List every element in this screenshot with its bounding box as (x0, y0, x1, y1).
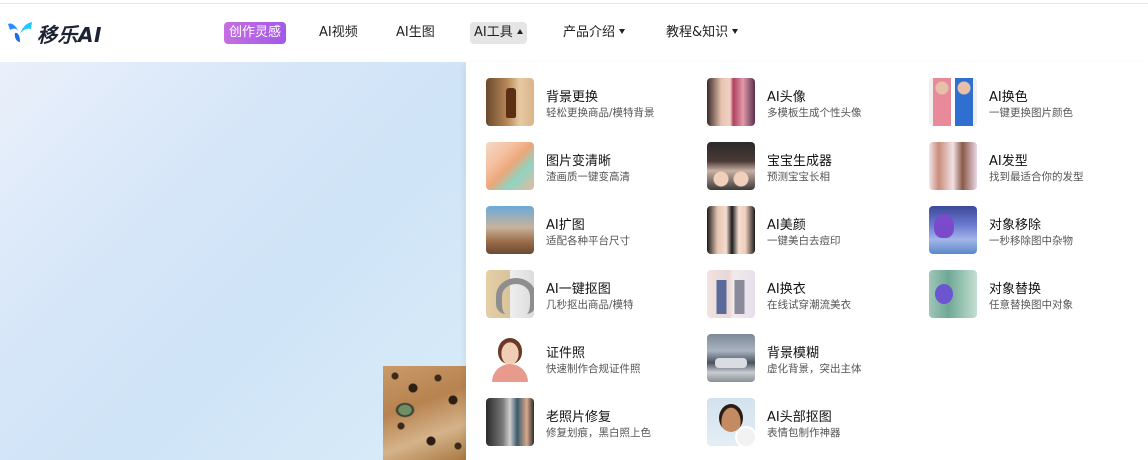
nav-item-inspiration[interactable]: 创作灵感 (224, 22, 287, 44)
tool-description: 几秒抠出商品/模特 (546, 299, 634, 311)
old-photo-restore-thumbnail (486, 398, 534, 446)
ai-tools-dropdown-menu: 背景更换 轻松更换商品/模特背景 AI头像 多模板生成个性头像 AI换色 一键更… (466, 62, 1148, 460)
tool-title: 老照片修复 (546, 410, 612, 425)
tool-old-photo-restore[interactable]: 老照片修复 修复划痕，黑白照上色 (486, 398, 696, 448)
nav-item-ai-video[interactable]: AI视频 (319, 22, 358, 44)
tool-ai-hairstyle[interactable]: AI发型 找到最适合你的发型 (929, 142, 1139, 192)
tool-title: AI一键抠图 (546, 282, 611, 297)
tool-title: AI发型 (989, 154, 1028, 169)
ai-outfit-thumbnail (707, 270, 755, 318)
baby-generator-thumbnail (707, 142, 755, 190)
ai-expand-thumbnail (486, 206, 534, 254)
tool-ai-expand[interactable]: AI扩图 适配各种平台尺寸 (486, 206, 696, 256)
site-logo[interactable]: 移乐AI (6, 18, 102, 48)
tool-title: 宝宝生成器 (767, 154, 833, 169)
tool-title: AI头部抠图 (767, 410, 832, 425)
image-sharpen-thumbnail (486, 142, 534, 190)
ai-head-cutout-thumbnail (707, 398, 755, 446)
tool-baby-generator[interactable]: 宝宝生成器 预测宝宝长相 (707, 142, 917, 192)
nav-item-tutorials-label: 教程&知识 (666, 25, 729, 40)
tool-description: 修复划痕，黑白照上色 (546, 427, 651, 439)
tool-description: 一键更换图片颜色 (989, 107, 1073, 119)
tool-description: 在线试穿潮流美衣 (767, 299, 851, 311)
tool-ai-beauty[interactable]: AI美颜 一键美白去痘印 (707, 206, 917, 256)
tool-description: 表情包制作神器 (767, 427, 841, 439)
tool-ai-cutout[interactable]: AI一键抠图 几秒抠出商品/模特 (486, 270, 696, 320)
tool-title: 背景更换 (546, 90, 599, 105)
object-replace-thumbnail (929, 270, 977, 318)
tool-description: 适配各种平台尺寸 (546, 235, 630, 247)
tool-description: 轻松更换商品/模特背景 (546, 107, 655, 119)
tool-title: AI美颜 (767, 218, 806, 233)
tool-title: 图片变清晰 (546, 154, 612, 169)
tool-description: 找到最适合你的发型 (989, 171, 1084, 183)
tool-background-blur[interactable]: 背景模糊 虚化背景，突出主体 (707, 334, 917, 384)
tool-description: 渣画质一键变高清 (546, 171, 630, 183)
tool-title: 证件照 (546, 346, 586, 361)
tool-description: 任意替换图中对象 (989, 299, 1073, 311)
tool-id-photo[interactable]: 证件照 快速制作合规证件照 (486, 334, 696, 384)
id-photo-thumbnail (486, 334, 534, 382)
tool-title: 对象移除 (989, 218, 1042, 233)
background-replace-thumbnail (486, 78, 534, 126)
nav-item-ai-image[interactable]: AI生图 (396, 22, 435, 44)
caret-up-icon (516, 28, 523, 34)
tool-description: 快速制作合规证件照 (546, 363, 641, 375)
caret-down-icon (732, 29, 739, 34)
nav-item-ai-tools-label: AI工具 (474, 25, 513, 40)
tool-object-remove[interactable]: 对象移除 一秒移除图中杂物 (929, 206, 1139, 256)
tool-description: 预测宝宝长相 (767, 171, 830, 183)
object-remove-thumbnail (929, 206, 977, 254)
nav-item-products[interactable]: 产品介绍 (563, 22, 626, 44)
tool-ai-head-cutout[interactable]: AI头部抠图 表情包制作神器 (707, 398, 917, 448)
logo-icon (6, 20, 34, 46)
tool-ai-outfit[interactable]: AI换衣 在线试穿潮流美衣 (707, 270, 917, 320)
ai-cutout-thumbnail (486, 270, 534, 318)
tool-description: 多模板生成个性头像 (767, 107, 862, 119)
tool-ai-recolor[interactable]: AI换色 一键更换图片颜色 (929, 78, 1139, 128)
logo-text: 移乐AI (37, 22, 102, 47)
tool-title: 对象替换 (989, 282, 1042, 297)
leopard-photo (383, 366, 470, 460)
tool-description: 虚化背景，突出主体 (767, 363, 862, 375)
tool-object-replace[interactable]: 对象替换 任意替换图中对象 (929, 270, 1139, 320)
nav-item-ai-tools[interactable]: AI工具 (470, 22, 527, 44)
nav-item-products-label: 产品介绍 (563, 25, 616, 40)
tool-description: 一秒移除图中杂物 (989, 235, 1073, 247)
tool-background-replace[interactable]: 背景更换 轻松更换商品/模特背景 (486, 78, 696, 128)
tool-image-sharpen[interactable]: 图片变清晰 渣画质一键变高清 (486, 142, 696, 192)
ai-hairstyle-thumbnail (929, 142, 977, 190)
tool-title: AI换色 (989, 90, 1028, 105)
nav-item-tutorials[interactable]: 教程&知识 (666, 22, 739, 44)
top-navbar: 移乐AI 创作灵感 AI视频 AI生图 AI工具 产品介绍 教程&知识 (0, 4, 1148, 62)
tool-ai-avatar[interactable]: AI头像 多模板生成个性头像 (707, 78, 917, 128)
caret-down-icon (619, 29, 626, 34)
ai-avatar-thumbnail (707, 78, 755, 126)
tool-title: AI换衣 (767, 282, 806, 297)
tool-title: AI头像 (767, 90, 806, 105)
tool-title: AI扩图 (546, 218, 585, 233)
tool-description: 一键美白去痘印 (767, 235, 841, 247)
background-blur-thumbnail (707, 334, 755, 382)
tool-title: 背景模糊 (767, 346, 820, 361)
ai-beauty-thumbnail (707, 206, 755, 254)
ai-recolor-thumbnail (929, 78, 977, 126)
